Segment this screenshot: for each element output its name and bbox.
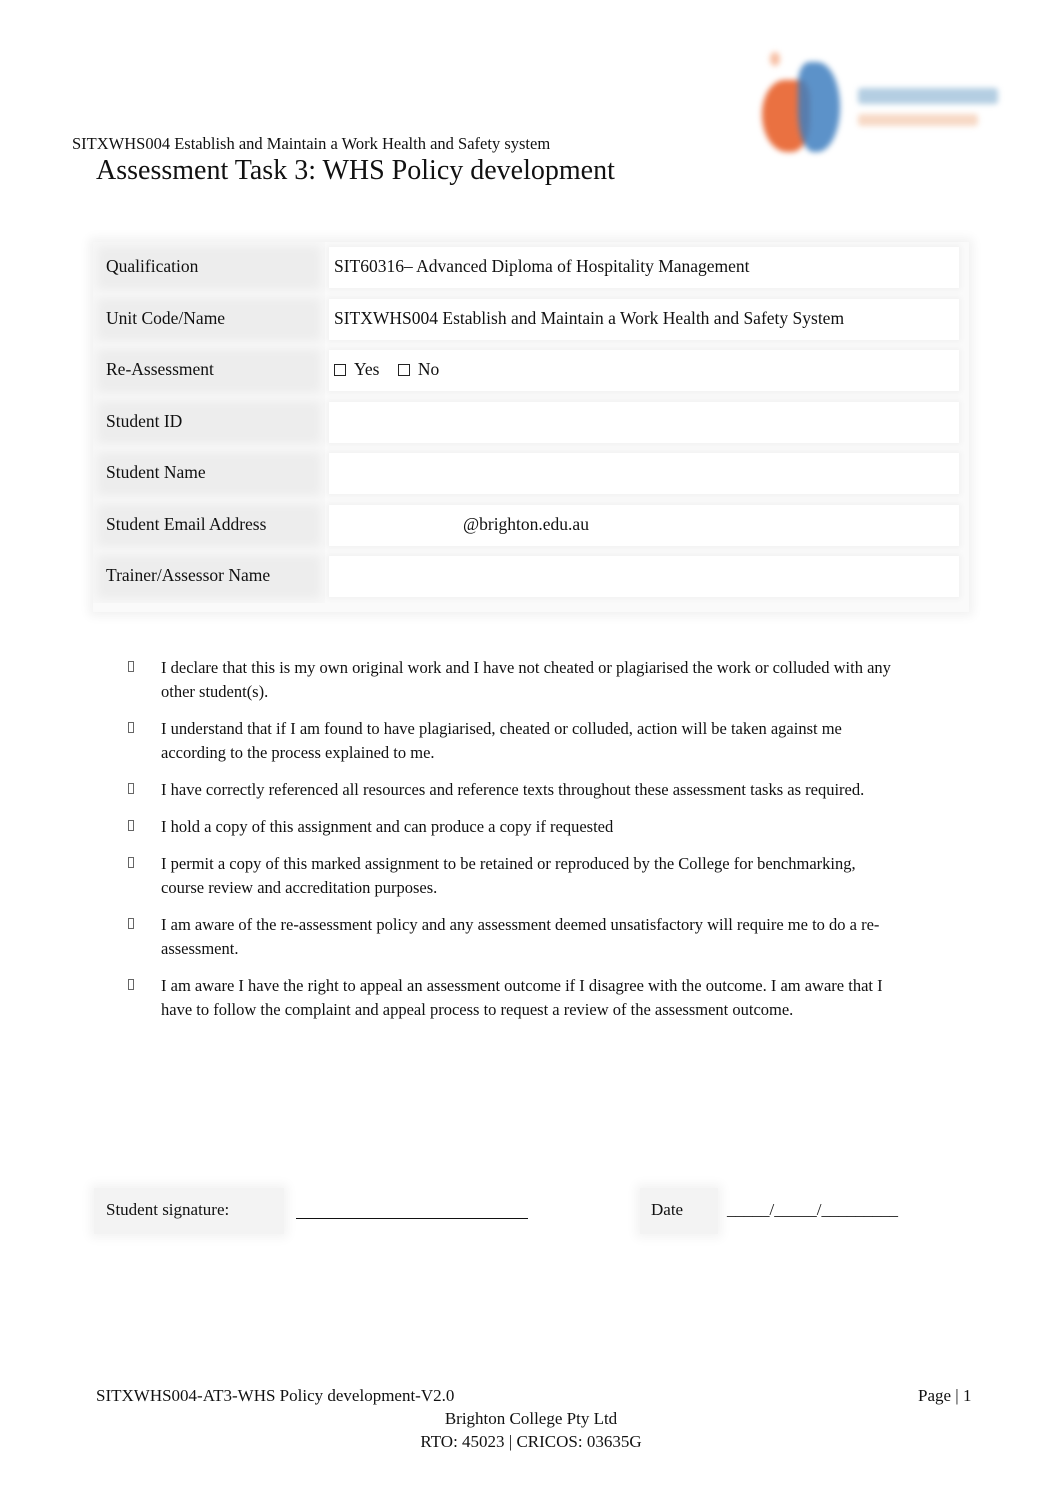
declaration-list: I declare that this is my own original w… — [128, 656, 908, 1035]
brighton-college-logo — [748, 40, 1008, 155]
unit-code-value: SITXWHS004 Establish and Maintain a Work… — [334, 307, 845, 328]
row-trainer-assessor: Trainer/Assessor Name — [93, 551, 969, 603]
bullet-icon — [128, 979, 134, 990]
footer-company: Brighton College Pty Ltd — [444, 1409, 618, 1428]
row-student-email: Student Email Address @brighton.edu.au — [93, 499, 969, 551]
re-assessment-label: Re-Assessment — [106, 359, 214, 379]
yes-label: Yes — [354, 359, 380, 379]
page-title: Assessment Task 3: WHS Policy developmen… — [96, 155, 615, 186]
declaration-item: I declare that this is my own original w… — [128, 656, 908, 704]
logo-tagline-line — [858, 114, 978, 126]
row-student-name: Student Name — [93, 448, 969, 500]
date-label: Date — [651, 1200, 684, 1219]
declaration-item: I am aware of the re-assessment policy a… — [128, 913, 908, 961]
qualification-label: Qualification — [106, 256, 199, 276]
qualification-field[interactable]: SIT60316– Advanced Diploma of Hospitalit… — [329, 247, 959, 288]
re-assessment-no-option[interactable]: No — [397, 359, 440, 380]
bullet-icon — [128, 783, 134, 794]
signature-label: Student signature: — [106, 1200, 230, 1219]
bullet-icon — [128, 857, 134, 868]
row-student-id: Student ID — [93, 396, 969, 448]
date-field[interactable]: _____/_____/_________ — [727, 1200, 898, 1220]
row-qualification: Qualification SIT60316– Advanced Diploma… — [93, 242, 969, 294]
logo-wordmark-line — [858, 88, 998, 104]
student-id-label: Student ID — [106, 410, 183, 431]
unit-code-field[interactable]: SITXWHS004 Establish and Maintain a Work… — [329, 298, 959, 340]
unit-header: SITXWHS004 Establish and Maintain a Work… — [72, 134, 551, 153]
re-assessment-yes-option[interactable]: Yes — [334, 359, 379, 380]
footer-page-number: Page | 1 — [918, 1386, 972, 1405]
trainer-assessor-label: Trainer/Assessor Name — [106, 565, 271, 585]
student-id-field[interactable] — [329, 401, 959, 443]
row-unit-code: Unit Code/Name SITXWHS004 Establish and … — [93, 293, 969, 345]
declaration-item: I hold a copy of this assignment and can… — [128, 815, 908, 839]
student-email-field[interactable]: @brighton.edu.au — [329, 504, 959, 546]
bullet-icon — [128, 661, 134, 672]
no-checkbox[interactable] — [397, 363, 410, 376]
student-name-label: Student Name — [106, 462, 206, 482]
student-info-table: Qualification SIT60316– Advanced Diploma… — [93, 242, 969, 612]
bullet-icon — [128, 722, 134, 733]
declaration-item: I understand that if I am found to have … — [128, 717, 908, 765]
footer-document-code: SITXWHS004-AT3-WHS Policy development-V2… — [96, 1386, 455, 1405]
declaration-item: I am aware I have the right to appeal an… — [128, 974, 908, 1022]
declaration-item: I permit a copy of this marked assignmen… — [128, 852, 908, 900]
qualification-value: SIT60316– Advanced Diploma of Hospitalit… — [334, 256, 750, 276]
signature-field[interactable] — [296, 1218, 528, 1219]
re-assessment-field: Yes No — [329, 350, 959, 391]
declaration-item: I have correctly referenced all resource… — [128, 778, 908, 802]
student-name-field[interactable] — [329, 453, 959, 494]
footer-rto-cricos: RTO: 45023 | CRICOS: 03635G — [420, 1432, 642, 1451]
date-label-box: Date — [640, 1188, 718, 1234]
logo-blue-shape — [798, 62, 840, 152]
bullet-icon — [128, 918, 134, 929]
trainer-assessor-field[interactable] — [329, 556, 959, 597]
student-email-label: Student Email Address — [106, 513, 267, 534]
bullet-icon — [128, 820, 134, 831]
email-domain-suffix: @brighton.edu.au — [463, 513, 589, 534]
signature-label-box: Student signature: — [94, 1188, 284, 1234]
row-re-assessment: Re-Assessment Yes No — [93, 345, 969, 397]
unit-code-label: Unit Code/Name — [106, 307, 226, 328]
no-label: No — [417, 359, 440, 379]
logo-spark-shape — [770, 52, 780, 66]
yes-checkbox[interactable] — [334, 363, 346, 376]
